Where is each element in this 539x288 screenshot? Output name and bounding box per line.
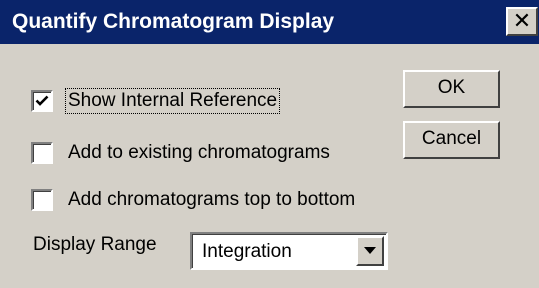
ok-button[interactable]: OK (403, 70, 500, 108)
close-button[interactable]: ✕ (506, 7, 538, 36)
quantify-chromatogram-display-dialog: Quantify Chromatogram Display ✕ Show Int… (0, 0, 539, 288)
show-internal-reference-label: Show Internal Reference (64, 88, 281, 114)
display-range-value: Integration (202, 241, 292, 262)
add-to-existing-checkbox[interactable] (31, 142, 53, 164)
add-top-to-bottom-checkbox[interactable] (31, 189, 53, 211)
add-top-to-bottom-label: Add chromatograms top to bottom (68, 189, 356, 210)
option-show-internal-reference[interactable]: Show Internal Reference (31, 87, 281, 115)
dialog-title: Quantify Chromatogram Display (12, 10, 335, 33)
close-icon: ✕ (512, 8, 532, 33)
cancel-button[interactable]: Cancel (403, 121, 500, 159)
title-bar: Quantify Chromatogram Display ✕ (0, 0, 539, 44)
show-internal-reference-checkbox[interactable] (31, 90, 53, 112)
checkmark-icon (35, 95, 49, 106)
chevron-down-icon[interactable] (356, 236, 384, 266)
option-add-chromatograms-top-to-bottom[interactable]: Add chromatograms top to bottom (31, 186, 357, 214)
display-range-select[interactable]: Integration (190, 232, 388, 270)
display-range-label: Display Range (33, 234, 157, 255)
option-add-to-existing-chromatograms[interactable]: Add to existing chromatograms (31, 139, 332, 167)
add-to-existing-label: Add to existing chromatograms (68, 142, 330, 163)
